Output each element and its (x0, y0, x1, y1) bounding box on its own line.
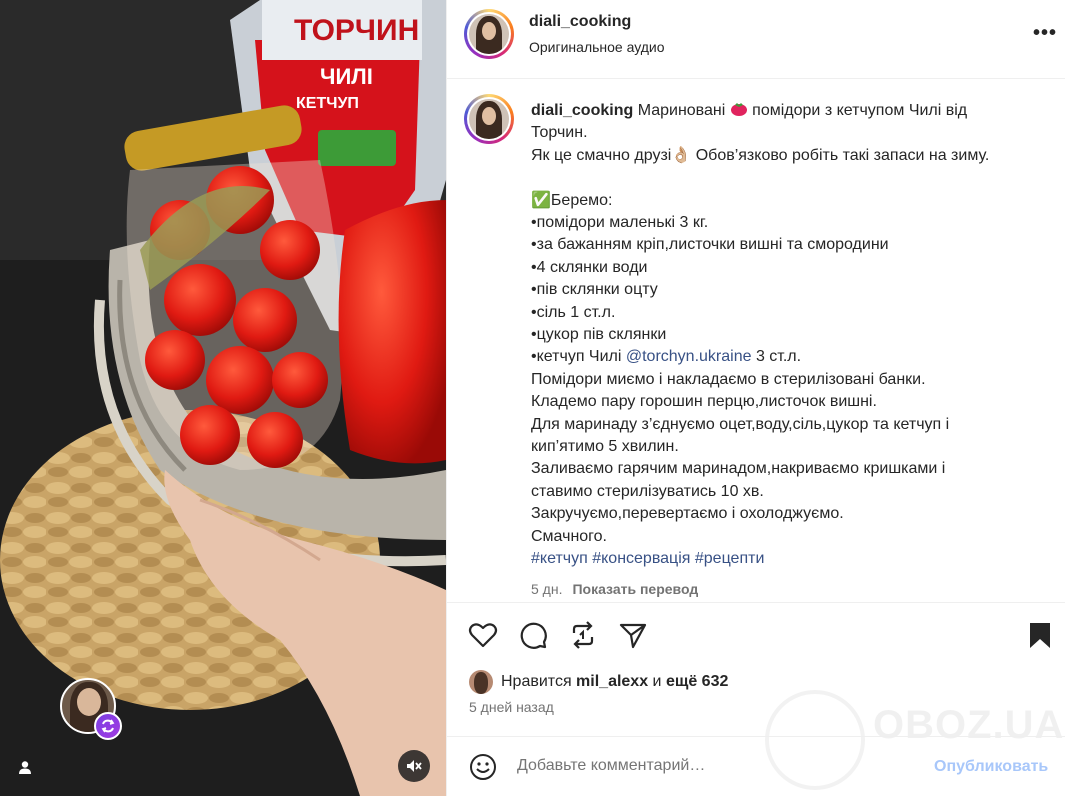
comment-icon[interactable] (517, 619, 549, 651)
emoji-icon[interactable] (469, 753, 497, 781)
step-line: Для маринаду з’єднуємо оцет,воду,сіль,цу… (531, 415, 950, 433)
ingredient-item: •за бажанням кріп,листочки вишні та смор… (531, 236, 889, 254)
remix-icon[interactable] (94, 712, 122, 740)
caption-title-c: Торчин. (531, 124, 588, 142)
hashtags[interactable]: #кетчуп #консервація #рецепти (531, 548, 1051, 570)
audio-label[interactable]: Оригинальное аудио (529, 39, 665, 55)
post-media[interactable]: ТОРЧИН ЧИЛІ КЕТЧУП (0, 0, 446, 796)
comment-bar: Опубликовать (447, 736, 1065, 796)
post-photo: ТОРЧИН ЧИЛІ КЕТЧУП (0, 0, 446, 796)
caption-username[interactable]: diali_cooking (531, 102, 633, 119)
translate-button[interactable]: Показать перевод (572, 581, 698, 597)
step-line: Смачного. (531, 527, 607, 545)
bookmark-icon[interactable] (1024, 619, 1056, 651)
step-line: Кладемо пару горошин перцю,листочок вишн… (531, 393, 877, 411)
tomato-emoji (730, 102, 748, 119)
ingredient-item: •цукор пів склянки (531, 326, 667, 344)
mute-icon[interactable] (398, 750, 430, 782)
step-line: ставимо стерилізуватись 10 хв. (531, 482, 764, 500)
liker-username[interactable]: mil_alexx (576, 673, 648, 691)
step-line: Заливаємо гарячим маринадом,накриваємо к… (531, 460, 946, 478)
likes-middle: и (648, 673, 666, 690)
share-icon[interactable] (617, 619, 649, 651)
ingredient-item: •помідори маленькі 3 кг. (531, 214, 709, 232)
caption-line2: Як це смачно друзі👌🏼 Обов’язково робіть … (531, 146, 990, 164)
caption-title-a: Мариновані (633, 102, 730, 119)
mention-link[interactable]: @torchyn.ukraine (626, 348, 752, 365)
repost-icon[interactable] (567, 619, 599, 651)
likes-prefix: Нравится (501, 673, 577, 690)
ketchup-suffix: 3 ст.л. (751, 348, 802, 366)
post-caption: diali_cooking Мариновані помідори з кетч… (531, 100, 1051, 571)
action-bar (447, 602, 1065, 664)
heart-icon[interactable] (467, 619, 499, 651)
caption-title-b: помідори з кетчупом Чилі від (747, 102, 968, 119)
likes-line: Нравится mil_alexx и ещё 632 (469, 670, 728, 694)
pack-line1: ЧИЛІ (320, 64, 373, 89)
liker-avatar[interactable] (469, 670, 493, 694)
step-line: Закручуємо,перевертаємо і охолоджуємо. (531, 505, 844, 523)
pack-brand: ТОРЧИН (294, 14, 419, 47)
step-line: Помідори миємо і накладаємо в стерилізов… (531, 370, 926, 388)
ingredient-item: •4 склянки води (531, 258, 648, 276)
post-date[interactable]: 5 дней назад (469, 699, 554, 715)
caption-avatar[interactable] (464, 94, 514, 144)
pack-line2: КЕТЧУП (296, 95, 359, 112)
user-icon[interactable] (10, 752, 40, 782)
step-line: кип’ятимо 5 хвилин. (531, 438, 679, 456)
more-icon[interactable]: ••• (1033, 22, 1057, 45)
ketchup-prefix: •кетчуп Чилі (531, 348, 626, 366)
ingredient-item: •пів склянки оцту (531, 281, 658, 299)
ingredients-header: ✅Беремо: (531, 191, 613, 209)
caption-age: 5 дн. (531, 581, 563, 597)
caption-meta: 5 дн. Показать перевод (531, 581, 698, 597)
author-username[interactable]: diali_cooking (529, 13, 631, 31)
comment-input[interactable] (517, 757, 917, 775)
ingredient-item: •сіль 1 ст.л. (531, 303, 616, 321)
post-panel: diali_cooking Оригинальное аудио ••• dia… (446, 0, 1065, 796)
post-header: diali_cooking Оригинальное аудио ••• (447, 0, 1065, 79)
likes-count[interactable]: ещё 632 (666, 673, 728, 691)
post-comment-button[interactable]: Опубликовать (934, 758, 1048, 776)
caption-area: diali_cooking Мариновані помідори з кетч… (447, 80, 1065, 602)
author-avatar[interactable] (464, 9, 514, 59)
